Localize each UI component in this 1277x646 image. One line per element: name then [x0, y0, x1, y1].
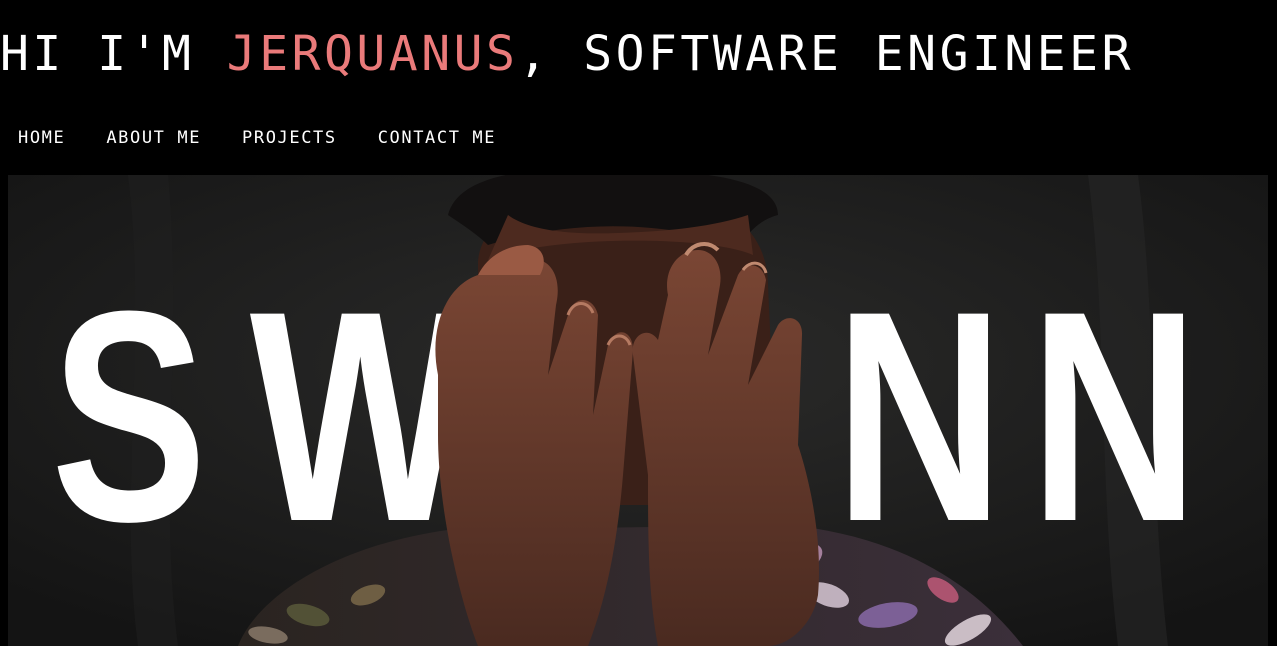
hero-image: S W N N	[8, 175, 1268, 646]
nav-about-link[interactable]: ABOUT ME	[106, 127, 201, 149]
hero-letter-n-2: N	[1030, 249, 1199, 585]
hero-letter-n-1: N	[835, 249, 1004, 585]
page-title: HI I'M JERQUANUS, SOFTWARE ENGINEER	[0, 24, 1134, 84]
title-greeting: HI I'M	[0, 26, 227, 82]
nav-home-link[interactable]: HOME	[18, 127, 65, 149]
hero-letter-s: S	[51, 249, 207, 585]
hero-photo: S W N N	[8, 175, 1268, 646]
nav-projects-link[interactable]: PROJECTS	[242, 127, 337, 149]
title-role: , SOFTWARE ENGINEER	[518, 26, 1134, 82]
nav-contact-link[interactable]: CONTACT ME	[378, 127, 496, 149]
main-nav: HOME ABOUT ME PROJECTS CONTACT ME	[18, 127, 537, 149]
title-name: JERQUANUS	[226, 26, 519, 82]
